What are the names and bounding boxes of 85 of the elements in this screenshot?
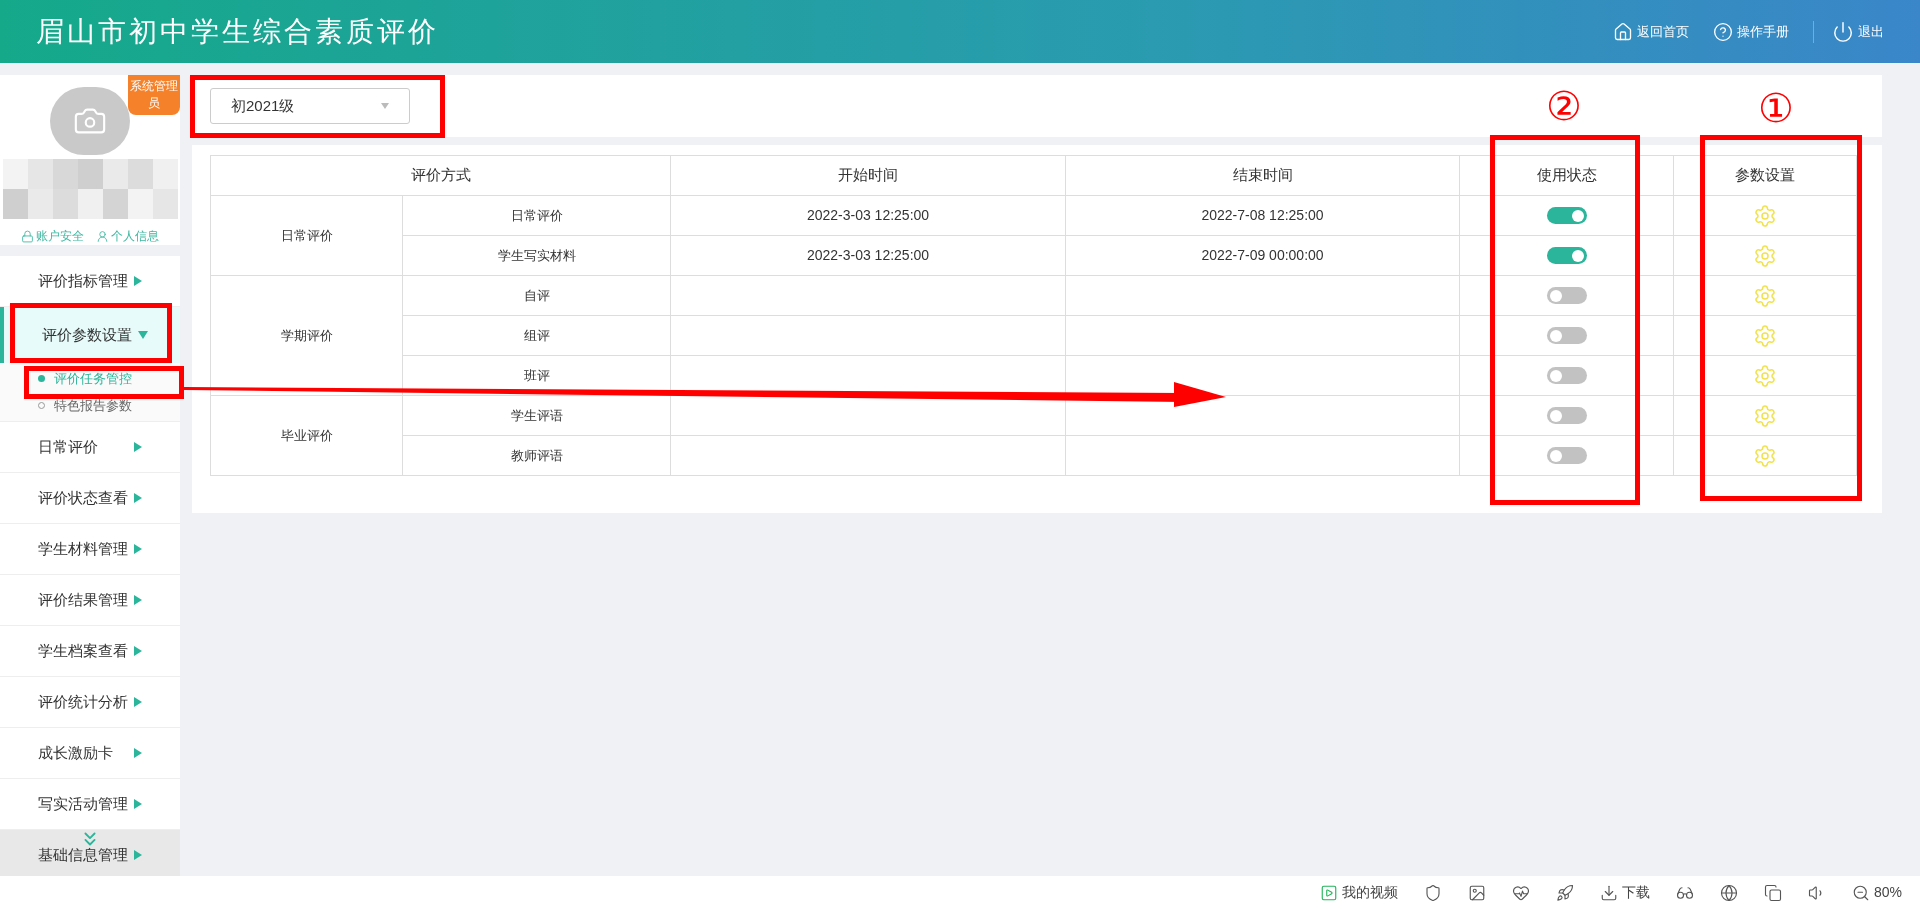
home-icon	[1613, 21, 1633, 42]
status-item[interactable]	[1719, 883, 1738, 902]
zoom-out-icon	[1851, 883, 1870, 902]
column-header: 参数设置	[1673, 155, 1857, 196]
table-cell: 学生写实材料	[402, 235, 671, 276]
settings-icon[interactable]	[1753, 403, 1777, 428]
status-item[interactable]	[1763, 883, 1782, 902]
caret-icon	[134, 799, 142, 809]
header-link[interactable]: 退出	[1813, 20, 1884, 43]
settings-icon[interactable]	[1753, 363, 1777, 388]
settings-icon[interactable]	[1753, 283, 1777, 308]
table-cell: 毕业评价	[210, 395, 403, 476]
status-item[interactable]: 80%	[1851, 882, 1902, 903]
header-link[interactable]: 返回首页	[1613, 21, 1689, 42]
download-icon	[1599, 883, 1618, 902]
caret-icon	[134, 697, 142, 707]
menu-item[interactable]: 评价指标管理	[0, 256, 180, 306]
caret-icon	[134, 544, 142, 554]
caret-icon	[138, 331, 148, 339]
table-cell: 2022-3-03 12:25:00	[806, 247, 930, 263]
menu-item[interactable]: 学生材料管理	[0, 524, 180, 574]
header-link[interactable]: 操作手册	[1713, 21, 1789, 42]
role-badge: 系统管理员	[128, 75, 180, 115]
status-item[interactable]	[1467, 883, 1486, 902]
settings-icon[interactable]	[1753, 203, 1777, 228]
settings-icon[interactable]	[1753, 243, 1777, 268]
caret-icon	[134, 748, 142, 758]
column-header: 评价方式	[210, 155, 671, 196]
table-cell: 2022-3-03 12:25:00	[806, 207, 930, 223]
toggle-switch[interactable]	[1546, 407, 1587, 424]
menu-item[interactable]: 日常评价	[0, 422, 180, 472]
toggle-switch[interactable]	[1546, 287, 1587, 304]
table-cell: 2022-7-09 00:00:00	[1201, 247, 1324, 263]
menu-item[interactable]: 学生档案查看	[0, 626, 180, 676]
heart-pulse-icon	[1511, 883, 1530, 902]
column-header: 结束时间	[1065, 155, 1460, 196]
globe-icon	[1719, 883, 1738, 902]
power-icon	[1832, 20, 1854, 43]
status-item[interactable]	[1511, 883, 1530, 902]
table-cell: 日常评价	[210, 195, 403, 276]
toggle-switch[interactable]	[1546, 327, 1587, 344]
settings-icon[interactable]	[1753, 443, 1777, 468]
table-cell: 教师评语	[402, 435, 671, 476]
bullet-icon	[38, 375, 45, 382]
table-cell: 组评	[402, 315, 671, 356]
menu-item[interactable]: 评价统计分析	[0, 677, 180, 727]
user-icon	[96, 229, 109, 243]
menu-item[interactable]: 基础信息管理	[0, 830, 180, 876]
play-icon	[1319, 883, 1338, 902]
status-item[interactable]: 我的视频	[1319, 882, 1398, 903]
caret-icon	[134, 276, 142, 286]
lock-icon	[21, 229, 34, 243]
caret-icon	[134, 442, 142, 452]
caret-icon	[381, 103, 389, 109]
annotation-number: ①	[1758, 86, 1794, 130]
column-header: 开始时间	[670, 155, 1066, 196]
menu-item[interactable]: 成长激励卡	[0, 728, 180, 778]
caret-icon	[134, 493, 142, 503]
submenu-item[interactable]: 特色报告参数	[0, 392, 180, 419]
app-title: 眉山市初中学生综合素质评价	[36, 14, 439, 49]
shield-icon	[1423, 883, 1442, 902]
status-item[interactable]	[1555, 883, 1574, 902]
table-cell: 日常评价	[402, 195, 671, 236]
table-cell: 自评	[402, 275, 671, 316]
menu-item[interactable]: 评价结果管理	[0, 575, 180, 625]
toggle-switch[interactable]	[1546, 247, 1587, 264]
toggle-switch[interactable]	[1546, 367, 1587, 384]
settings-icon[interactable]	[1753, 323, 1777, 348]
help-icon	[1713, 21, 1733, 42]
status-item[interactable]	[1423, 883, 1442, 902]
status-item[interactable]: 下载	[1599, 882, 1650, 903]
caret-icon	[134, 646, 142, 656]
caret-icon	[134, 850, 142, 860]
toggle-switch[interactable]	[1546, 207, 1587, 224]
column-header: 使用状态	[1459, 155, 1674, 196]
toggle-switch[interactable]	[1546, 447, 1587, 464]
caret-icon	[134, 595, 142, 605]
annotation-number: ②	[1546, 84, 1582, 128]
rocket-icon	[1555, 883, 1574, 902]
menu-item[interactable]: 评价状态查看	[0, 473, 180, 523]
menu-item[interactable]: 写实活动管理	[0, 779, 180, 829]
table-cell: 2022-7-08 12:25:00	[1201, 207, 1324, 223]
copy-icon	[1763, 883, 1782, 902]
image-icon	[1467, 883, 1486, 902]
grade-select[interactable]: 初2021级	[210, 88, 410, 124]
